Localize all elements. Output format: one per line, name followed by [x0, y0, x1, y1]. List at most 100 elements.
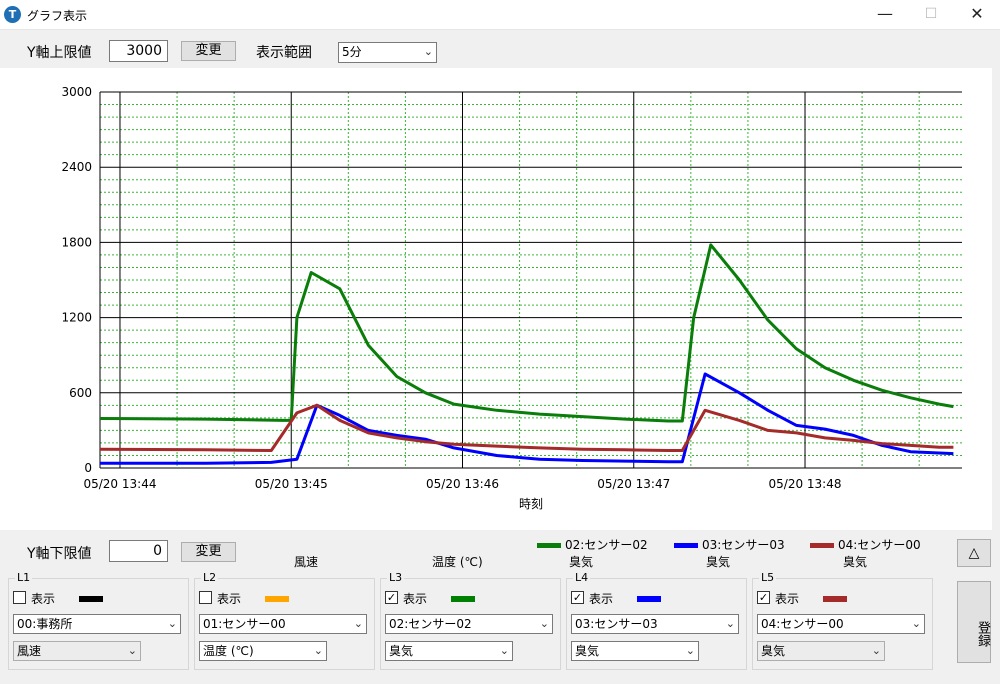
series-label-l3: 臭気 — [569, 555, 594, 569]
line-chart: 0 600 1200 1800 2400 3000 05/20 13:44 05/20 13:… — [61, 85, 962, 511]
app-logo-icon: T — [4, 6, 21, 23]
chevron-down-icon: ⌄ — [685, 644, 695, 657]
x-tick-label: 05/20 13:45 — [255, 477, 328, 491]
show-label: 表示 — [775, 592, 800, 606]
chevron-down-icon: ⌄ — [353, 617, 363, 630]
sensor-value: 02:センサー02 — [389, 617, 472, 631]
measure-select[interactable]: 温度 (℃) ⌄ — [199, 641, 327, 661]
show-label: 表示 — [31, 592, 56, 606]
minimize-button[interactable]: — — [862, 0, 908, 30]
series-label-l4: 臭気 — [706, 555, 731, 569]
x-tick-label: 05/20 13:46 — [426, 477, 499, 491]
chevron-down-icon: ⌄ — [871, 644, 881, 657]
show-checkbox[interactable]: ✓ — [571, 591, 584, 604]
line-group-l1: L1 表示 00:事務所 ⌄ 風速 ⌄ — [8, 571, 189, 670]
line-group-l3: L3 ✓ 表示 02:センサー02 ⌄ 臭気 ⌄ — [380, 571, 561, 670]
color-swatch[interactable] — [265, 596, 289, 602]
show-checkbox[interactable]: ✓ — [757, 591, 770, 604]
legend-item-1: 02:センサー02 — [537, 536, 648, 553]
x-tick-label: 05/20 13:47 — [597, 477, 670, 491]
show-checkbox[interactable] — [199, 591, 212, 604]
window-title: グラフ表示 — [27, 9, 88, 23]
title-bar: T グラフ表示 — ☐ ✕ — [0, 0, 1000, 30]
group-title: L1 — [15, 571, 33, 584]
measure-value: 臭気 — [389, 644, 414, 658]
measure-value: 温度 (℃) — [203, 644, 254, 658]
measure-select[interactable]: 臭気 ⌄ — [385, 641, 513, 661]
y-tick-label: 0 — [84, 461, 92, 475]
sensor-select[interactable]: 02:センサー02 ⌄ — [385, 614, 553, 634]
series-label-l5: 臭気 — [843, 555, 868, 569]
y-min-change-button[interactable]: 変更 — [181, 542, 236, 562]
chevron-down-icon: ⌄ — [127, 644, 137, 657]
measure-value: 臭気 — [575, 644, 600, 658]
group-title: L3 — [387, 571, 405, 584]
y-tick-label: 1800 — [61, 235, 92, 249]
legend-item-3: 04:センサー00 — [810, 536, 921, 553]
group-title: L5 — [759, 571, 777, 584]
legend-label: 03:センサー03 — [702, 538, 785, 552]
series-line-1 — [99, 243, 954, 423]
sensor-select[interactable]: 00:事務所 ⌄ — [13, 614, 181, 634]
line-group-l4: L4 ✓ 表示 03:センサー03 ⌄ 臭気 ⌄ — [566, 571, 747, 670]
color-swatch[interactable] — [79, 596, 103, 602]
sensor-value: 03:センサー03 — [575, 617, 658, 631]
chevron-down-icon: ⌄ — [539, 617, 549, 630]
sensor-value: 01:センサー00 — [203, 617, 286, 631]
y-min-input[interactable]: 0 — [109, 540, 168, 562]
show-checkbox[interactable] — [13, 591, 26, 604]
sensor-value: 00:事務所 — [17, 617, 73, 631]
legend-swatch — [674, 543, 698, 548]
collapse-button[interactable]: △ — [957, 539, 991, 567]
display-range-label: 表示範囲 — [256, 45, 312, 61]
measure-select[interactable]: 臭気 ⌄ — [757, 641, 885, 661]
register-button[interactable]: 登録 — [957, 581, 991, 663]
legend-item-2: 03:センサー03 — [674, 536, 785, 553]
display-range-select[interactable]: 5分 ⌄ — [338, 42, 437, 63]
measure-value: 臭気 — [761, 644, 786, 658]
show-label: 表示 — [217, 592, 242, 606]
chart-panel: 0 600 1200 1800 2400 3000 05/20 13:44 05/20 13:… — [0, 68, 992, 530]
chevron-down-icon: ⌄ — [499, 644, 509, 657]
line-group-l2: L2 表示 01:センサー00 ⌄ 温度 (℃) ⌄ — [194, 571, 375, 670]
y-max-label: Y軸上限値 — [27, 45, 92, 61]
y-tick-label: 600 — [69, 386, 92, 400]
color-swatch[interactable] — [823, 596, 847, 602]
y-tick-label: 1200 — [61, 311, 92, 325]
measure-select[interactable]: 風速 ⌄ — [13, 641, 141, 661]
color-swatch[interactable] — [451, 596, 475, 602]
group-title: L4 — [573, 571, 591, 584]
chevron-down-icon: ⌄ — [167, 617, 177, 630]
x-tick-label: 05/20 13:48 — [769, 477, 842, 491]
chevron-down-icon: ⌄ — [911, 617, 921, 630]
chevron-down-icon: ⌄ — [423, 45, 433, 58]
close-button[interactable]: ✕ — [954, 0, 1000, 30]
y-tick-label: 2400 — [61, 160, 92, 174]
show-label: 表示 — [403, 592, 428, 606]
legend-label: 02:センサー02 — [565, 538, 648, 552]
measure-select[interactable]: 臭気 ⌄ — [571, 641, 699, 661]
x-axis-label: 時刻 — [519, 497, 543, 511]
y-max-change-button[interactable]: 変更 — [181, 41, 236, 61]
line-group-l5: L5 ✓ 表示 04:センサー00 ⌄ 臭気 ⌄ — [752, 571, 933, 670]
chevron-down-icon: ⌄ — [313, 644, 323, 657]
sensor-value: 04:センサー00 — [761, 617, 844, 631]
sensor-select[interactable]: 03:センサー03 ⌄ — [571, 614, 739, 634]
x-tick-label: 05/20 13:44 — [83, 477, 156, 491]
show-checkbox[interactable]: ✓ — [385, 591, 398, 604]
group-title: L2 — [201, 571, 219, 584]
series-label-l2: 温度 (℃) — [432, 555, 483, 569]
legend-swatch — [810, 543, 834, 548]
y-min-label: Y軸下限値 — [27, 546, 92, 562]
maximize-button[interactable]: ☐ — [908, 0, 954, 30]
display-range-value: 5分 — [342, 45, 362, 59]
y-tick-label: 3000 — [61, 85, 92, 99]
legend-swatch — [537, 543, 561, 548]
series-label-l1: 風速 — [294, 555, 319, 569]
color-swatch[interactable] — [637, 596, 661, 602]
legend-label: 04:センサー00 — [838, 538, 921, 552]
sensor-select[interactable]: 01:センサー00 ⌄ — [199, 614, 367, 634]
y-max-input[interactable]: 3000 — [109, 40, 168, 62]
measure-value: 風速 — [17, 644, 42, 658]
sensor-select[interactable]: 04:センサー00 ⌄ — [757, 614, 925, 634]
